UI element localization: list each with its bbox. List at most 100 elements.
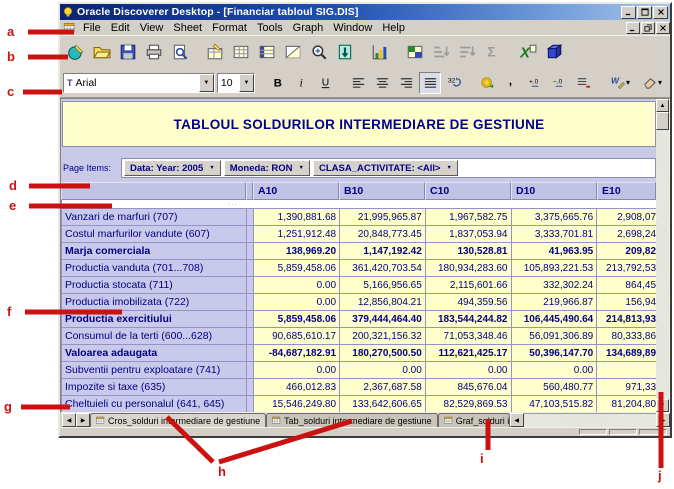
column-header[interactable]: B10 bbox=[339, 182, 425, 200]
row-label[interactable]: Valoarea adaugata bbox=[62, 345, 247, 361]
data-cell[interactable]: 5,859,458.06 bbox=[254, 311, 340, 327]
menu-item[interactable]: Sheet bbox=[168, 22, 207, 34]
data-cell[interactable]: 0.00 bbox=[254, 294, 340, 310]
child-restore-button[interactable] bbox=[641, 22, 655, 34]
rotate-text-button[interactable] bbox=[443, 72, 465, 94]
row-label[interactable]: Vanzari de marfuri (707) bbox=[62, 209, 247, 225]
remove-decimal-button[interactable] bbox=[548, 72, 570, 94]
zoom-button[interactable] bbox=[306, 39, 332, 65]
data-cell[interactable]: 209,82 bbox=[597, 243, 656, 259]
data-cell[interactable]: 12,856,804.21 bbox=[340, 294, 426, 310]
cube-button[interactable] bbox=[541, 39, 567, 65]
graph-button[interactable] bbox=[367, 39, 393, 65]
data-cell[interactable]: 5,166,956.65 bbox=[340, 277, 426, 293]
clear-format-button[interactable] bbox=[637, 72, 667, 94]
data-cell[interactable]: 106,445,490.64 bbox=[512, 311, 598, 327]
menu-item[interactable]: Edit bbox=[106, 22, 135, 34]
data-cell[interactable]: 21,995,965.87 bbox=[340, 209, 426, 225]
title-bar[interactable]: Oracle Discoverer Desktop - [Financiar t… bbox=[60, 4, 670, 20]
font-size-combo[interactable]: 10 ▼ bbox=[217, 73, 255, 93]
data-cell[interactable]: 82,529,869.53 bbox=[426, 396, 512, 412]
row-label[interactable]: Costul marfurilor vandute (607) bbox=[62, 226, 247, 242]
export-excel-button[interactable] bbox=[515, 39, 541, 65]
data-cell[interactable]: 1,147,192.42 bbox=[340, 243, 426, 259]
print-preview-button[interactable] bbox=[167, 39, 193, 65]
data-cell[interactable]: 138,969.20 bbox=[254, 243, 340, 259]
table-layout-button[interactable] bbox=[228, 39, 254, 65]
row-label[interactable]: Productia stocata (711) bbox=[62, 277, 247, 293]
open-button[interactable] bbox=[89, 39, 115, 65]
size-dropdown-arrow[interactable]: ▼ bbox=[239, 74, 254, 92]
data-cell[interactable]: 15,546,249.80 bbox=[254, 396, 340, 412]
tab-scroll-next-button[interactable]: ▶ bbox=[76, 413, 90, 427]
column-header[interactable]: D10 bbox=[511, 182, 597, 200]
data-cell[interactable]: 0.00 bbox=[254, 362, 340, 378]
data-cell[interactable]: 133,642,606.65 bbox=[340, 396, 426, 412]
refresh-button[interactable] bbox=[402, 39, 428, 65]
data-cell[interactable]: 0.00 bbox=[512, 362, 598, 378]
sheet-tab[interactable]: Graf_solduri in bbox=[438, 413, 510, 427]
sort-ascending-button[interactable] bbox=[428, 39, 454, 65]
save-button[interactable] bbox=[115, 39, 141, 65]
data-cell[interactable]: 219,966.87 bbox=[512, 294, 598, 310]
data-cell[interactable]: 361,420,703.54 bbox=[340, 260, 426, 276]
data-cell[interactable]: 494,359.56 bbox=[426, 294, 512, 310]
data-cell[interactable]: 20,848,773.45 bbox=[340, 226, 426, 242]
data-cell[interactable]: 105,893,221.53 bbox=[512, 260, 598, 276]
menu-item[interactable]: Window bbox=[328, 22, 377, 34]
data-cell[interactable]: 3,333,701.81 bbox=[512, 226, 598, 242]
data-cell[interactable]: 130,528.81 bbox=[426, 243, 512, 259]
data-cell[interactable]: 2,698,24 bbox=[597, 226, 656, 242]
print-button[interactable] bbox=[141, 39, 167, 65]
bold-button[interactable] bbox=[266, 72, 288, 94]
data-cell[interactable]: 845,676.04 bbox=[426, 379, 512, 395]
page-layout-button[interactable] bbox=[280, 39, 306, 65]
child-close-button[interactable] bbox=[656, 22, 670, 34]
new-sheet-button[interactable] bbox=[63, 39, 89, 65]
font-dropdown-arrow[interactable]: ▼ bbox=[199, 74, 214, 92]
scroll-up-arrow[interactable]: ▲ bbox=[656, 99, 669, 112]
data-cell[interactable]: 2,115,601.66 bbox=[426, 277, 512, 293]
align-center-button[interactable] bbox=[371, 72, 393, 94]
data-cell[interactable]: 90,685,610.17 bbox=[254, 328, 340, 344]
data-cell[interactable]: 1,967,582.75 bbox=[426, 209, 512, 225]
data-cell[interactable] bbox=[597, 362, 656, 378]
font-combo[interactable]: T Arial ▼ bbox=[63, 73, 215, 93]
menu-item[interactable]: View bbox=[135, 22, 169, 34]
row-label[interactable]: Marja comerciala bbox=[62, 243, 247, 259]
totals-button[interactable] bbox=[480, 39, 506, 65]
data-cell[interactable]: 112,621,425.17 bbox=[426, 345, 512, 361]
align-default-button[interactable] bbox=[419, 72, 441, 94]
row-label[interactable]: Cheltuieli cu personalul (641, 645) bbox=[62, 396, 247, 412]
row-label[interactable]: Subventii pentru exploatare (741) bbox=[62, 362, 247, 378]
menu-item[interactable]: Format bbox=[207, 22, 252, 34]
sheet-tab[interactable]: Tab_solduri intermediare de gestiune bbox=[266, 413, 438, 427]
remove-lines-button[interactable] bbox=[572, 72, 594, 94]
data-cell[interactable]: 71,053,348.46 bbox=[426, 328, 512, 344]
data-cell[interactable]: 864,45 bbox=[597, 277, 656, 293]
add-decimal-button[interactable] bbox=[524, 72, 546, 94]
thousands-separator-button[interactable] bbox=[500, 72, 522, 94]
data-cell[interactable]: 5,859,458.06 bbox=[254, 260, 340, 276]
column-header[interactable]: C10 bbox=[425, 182, 511, 200]
scroll-down-arrow[interactable]: ▼ bbox=[656, 399, 669, 412]
sheet-tab[interactable]: Cros_solduri intermediare de gestiune bbox=[90, 413, 266, 427]
horizontal-scrollbar[interactable] bbox=[524, 413, 656, 427]
maximize-button[interactable] bbox=[637, 6, 652, 19]
vertical-scroll-thumb[interactable] bbox=[656, 112, 669, 130]
underline-button[interactable] bbox=[314, 72, 336, 94]
data-cell[interactable]: 332,302.24 bbox=[512, 277, 598, 293]
row-label[interactable]: Productia imobilizata (722) bbox=[62, 294, 247, 310]
data-cell[interactable]: 2,908,07 bbox=[597, 209, 656, 225]
data-cell[interactable]: 971,33 bbox=[597, 379, 656, 395]
data-cell[interactable]: 134,689,89 bbox=[597, 345, 656, 361]
data-cell[interactable]: 0.00 bbox=[340, 362, 426, 378]
column-header[interactable]: A10 bbox=[253, 182, 339, 200]
data-cell[interactable]: 1,390,881.68 bbox=[254, 209, 340, 225]
tab-scroll-first-button[interactable]: ◀ bbox=[62, 413, 76, 427]
drill-button[interactable] bbox=[332, 39, 358, 65]
data-cell[interactable]: 180,270,500.50 bbox=[340, 345, 426, 361]
data-cell[interactable]: 2,367,687.58 bbox=[340, 379, 426, 395]
hscroll-right-arrow[interactable]: ▶ bbox=[656, 413, 670, 427]
row-label[interactable]: Productia vanduta (701...708) bbox=[62, 260, 247, 276]
